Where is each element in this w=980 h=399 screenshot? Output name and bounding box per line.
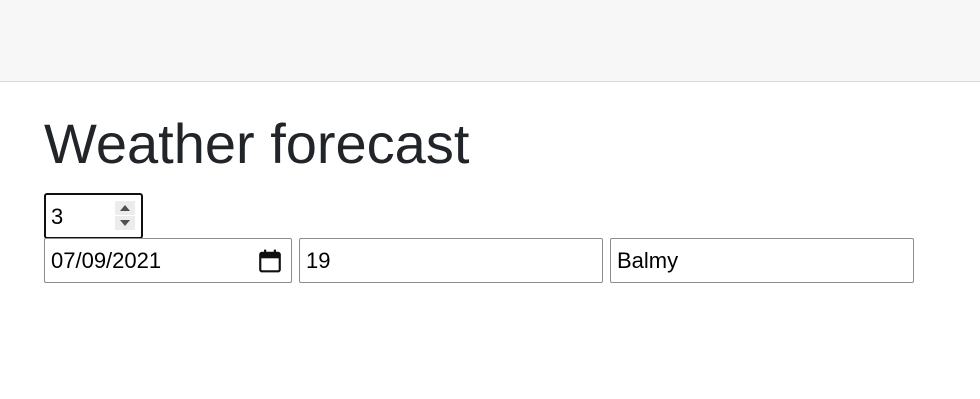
page-title: Weather forecast bbox=[44, 112, 470, 175]
temperature-input[interactable]: 19 bbox=[299, 238, 603, 283]
chevron-up-icon[interactable] bbox=[115, 201, 135, 215]
number-spinner[interactable] bbox=[115, 201, 135, 231]
calendar-icon[interactable] bbox=[257, 248, 283, 274]
forecast-count-input[interactable]: 3 bbox=[44, 193, 143, 239]
summary-input[interactable]: Balmy bbox=[610, 238, 914, 283]
temperature-value: 19 bbox=[306, 248, 331, 273]
top-bar bbox=[0, 0, 980, 82]
forecast-count-value: 3 bbox=[51, 204, 64, 229]
chevron-down-icon[interactable] bbox=[115, 216, 135, 230]
date-value: 07/09/2021 bbox=[51, 248, 162, 273]
summary-value: Balmy bbox=[617, 248, 679, 273]
date-input[interactable]: 07/09/2021 bbox=[44, 238, 292, 283]
